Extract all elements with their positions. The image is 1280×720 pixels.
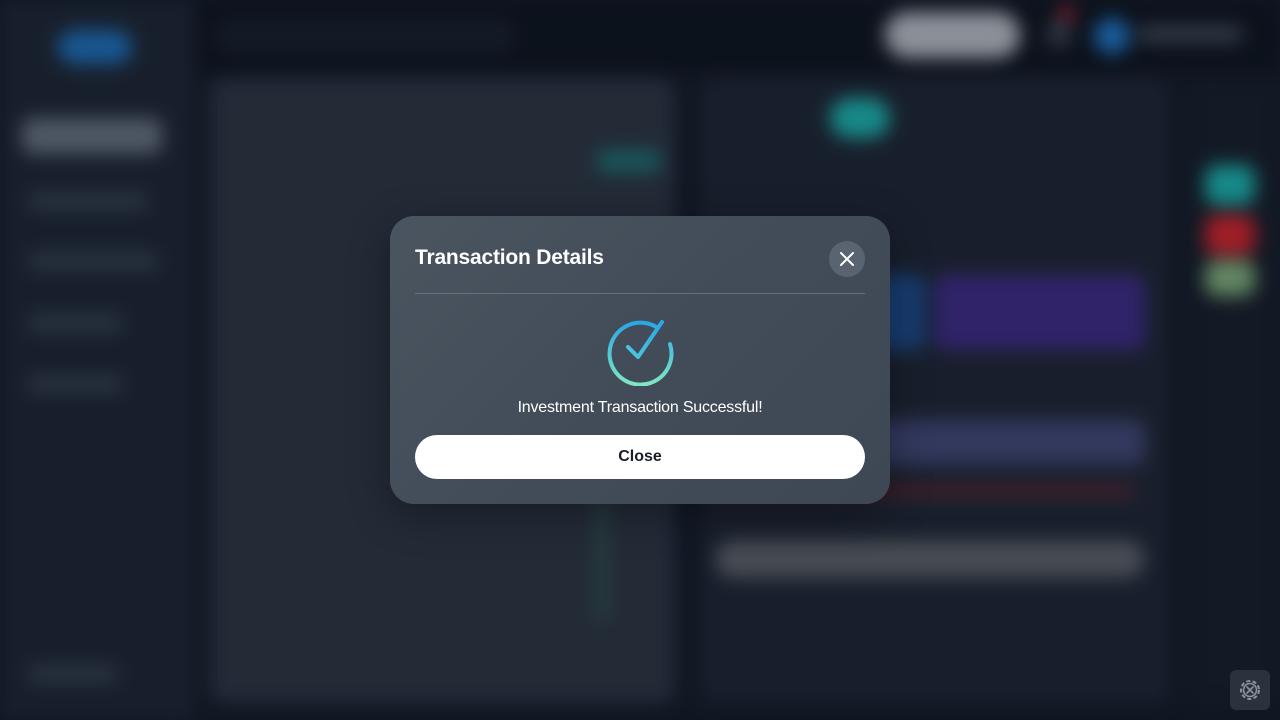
close-modal-button[interactable] <box>829 241 865 277</box>
gear-icon <box>1240 680 1260 700</box>
transaction-details-modal: Transaction Details Investment Transacti… <box>390 216 890 504</box>
modal-title: Transaction Details <box>415 246 604 269</box>
check-circle-icon <box>607 320 674 386</box>
success-message: Investment Transaction Successful! <box>517 399 763 416</box>
close-button[interactable]: Close <box>415 435 865 479</box>
close-icon <box>840 252 854 266</box>
settings-button[interactable] <box>1230 670 1270 710</box>
app-root: Transaction Details Investment Transacti… <box>0 0 1280 720</box>
modal-divider <box>415 293 865 294</box>
